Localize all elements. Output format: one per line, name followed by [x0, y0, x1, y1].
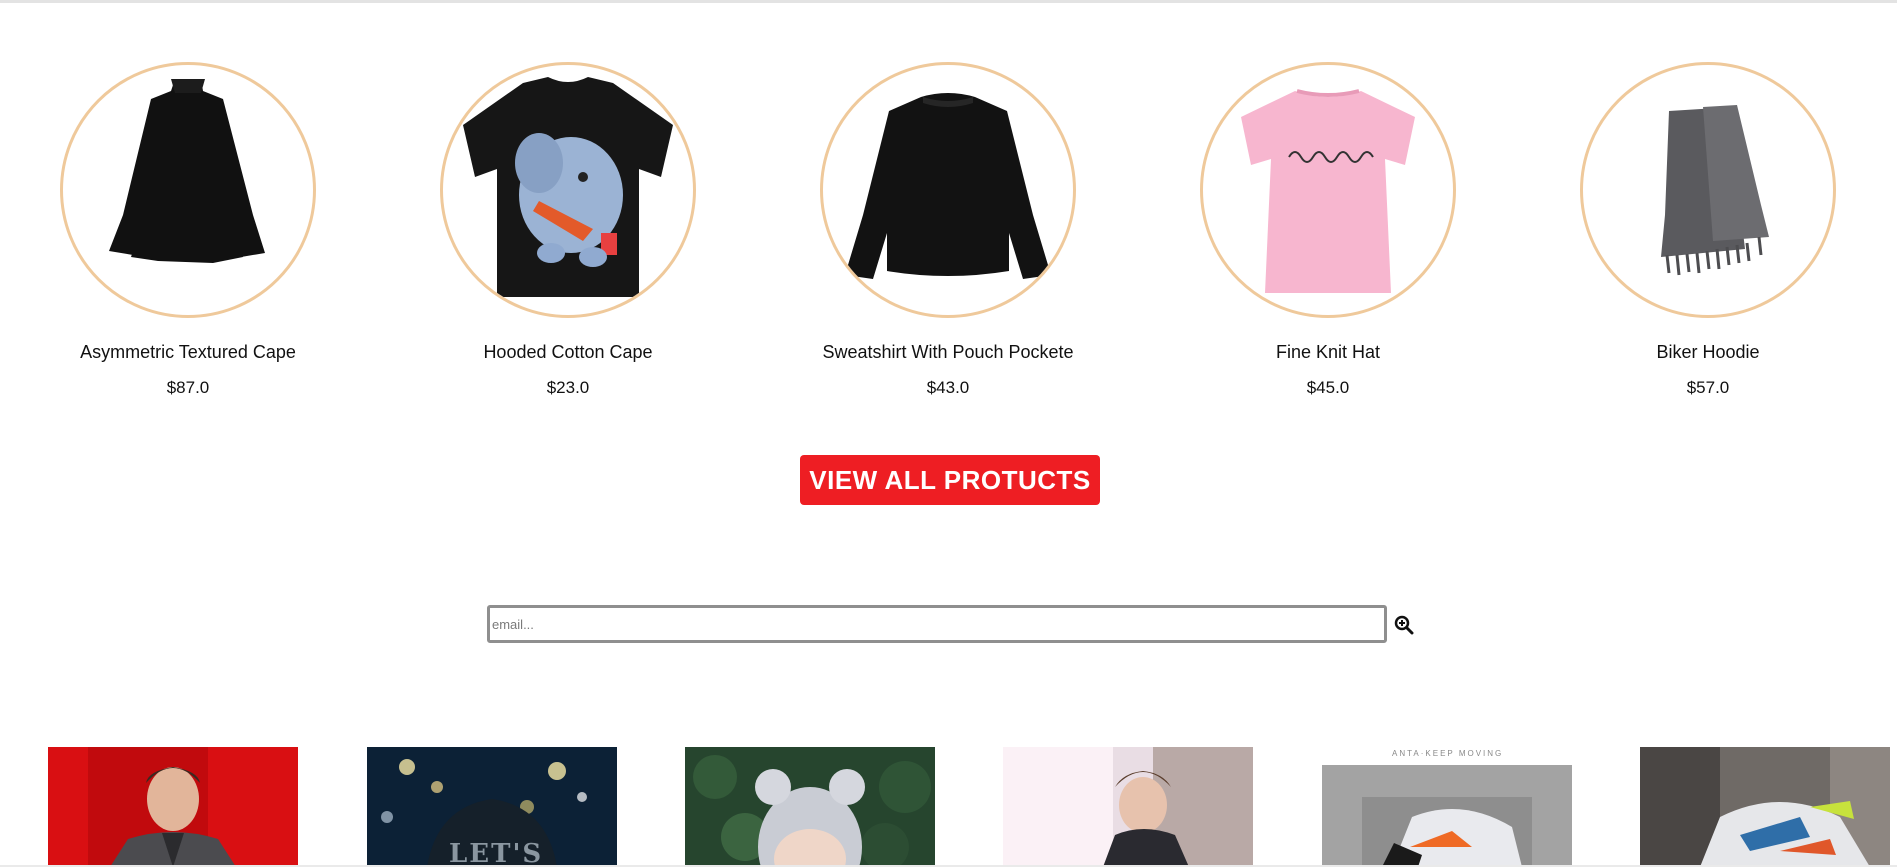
product-card[interactable]: Sweatshirt With Pouch Pockete $43.0 — [768, 62, 1128, 398]
newsletter-form — [487, 605, 1387, 643]
gallery-caption: LET'S — [449, 839, 544, 867]
view-all-products-button[interactable]: VIEW ALL PROTUCTS — [800, 455, 1100, 505]
product-price: $87.0 — [166, 378, 210, 397]
gallery-caption: ANTA·KEEP MOVING — [1392, 749, 1504, 758]
product-name[interactable]: Asymmetric Textured Cape — [8, 341, 368, 363]
product-price: $45.0 — [1306, 378, 1350, 397]
gallery-thumb[interactable]: LET'S — [367, 747, 617, 867]
product-name[interactable]: Hooded Cotton Cape — [388, 341, 748, 363]
product-image[interactable] — [1580, 62, 1836, 318]
gallery-thumb[interactable] — [48, 747, 298, 867]
featured-products: Asymmetric Textured Cape $87.0 Hooded Co… — [0, 62, 1897, 402]
product-price: $43.0 — [926, 378, 970, 397]
product-image[interactable] — [60, 62, 316, 318]
zoom-in-icon[interactable] — [1394, 615, 1414, 635]
product-card[interactable]: Asymmetric Textured Cape $87.0 — [8, 62, 368, 398]
product-image[interactable] — [440, 62, 696, 318]
product-name[interactable]: Fine Knit Hat — [1148, 341, 1508, 363]
gallery-thumb[interactable] — [1003, 747, 1253, 867]
product-card[interactable]: Fine Knit Hat $45.0 — [1148, 62, 1508, 398]
product-price: $23.0 — [546, 378, 590, 397]
gallery-thumb[interactable]: ANTA·KEEP MOVING — [1322, 747, 1572, 867]
product-price: $57.0 — [1686, 378, 1730, 397]
gallery-thumb[interactable] — [685, 747, 935, 867]
product-card[interactable]: Hooded Cotton Cape $23.0 — [388, 62, 748, 398]
top-divider — [0, 0, 1897, 3]
product-image[interactable] — [1200, 62, 1456, 318]
gallery-thumb[interactable] — [1640, 747, 1890, 867]
product-card[interactable]: Biker Hoodie $57.0 — [1528, 62, 1888, 398]
product-name[interactable]: Sweatshirt With Pouch Pockete — [768, 341, 1128, 363]
product-image[interactable] — [820, 62, 1076, 318]
email-input[interactable] — [487, 605, 1387, 643]
instagram-gallery: LET'S ANTA·KEEP MOVING — [0, 747, 1897, 867]
product-name[interactable]: Biker Hoodie — [1528, 341, 1888, 363]
